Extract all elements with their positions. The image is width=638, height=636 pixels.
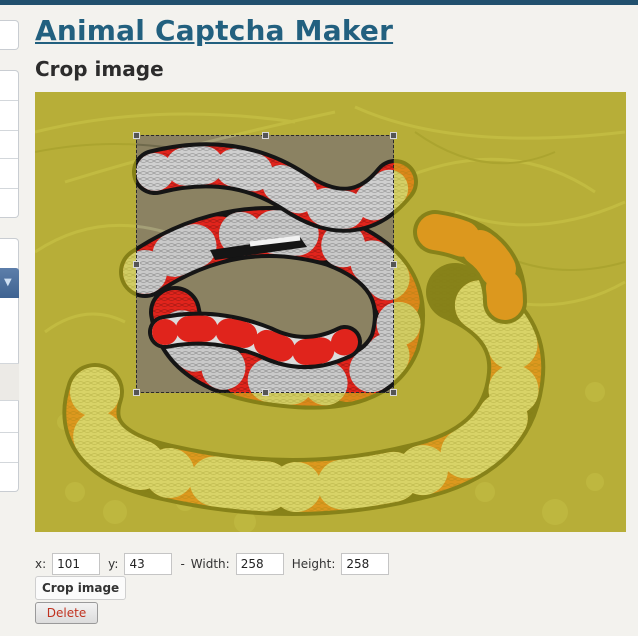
- crop-handle-top-right[interactable]: [390, 132, 397, 139]
- crop-selection-box[interactable]: [133, 132, 397, 396]
- width-label: Width:: [190, 557, 230, 571]
- dropdown-arrow-icon: ▼: [4, 277, 12, 288]
- sidebar-menu-block[interactable]: [0, 70, 19, 218]
- delete-button[interactable]: Delete: [35, 602, 98, 624]
- page-subtitle: Crop image: [35, 57, 164, 81]
- crop-handle-top-left[interactable]: [133, 132, 140, 139]
- y-input[interactable]: [124, 553, 173, 575]
- crop-handle-bottom[interactable]: [262, 389, 269, 396]
- sidebar-dropdown[interactable]: ▼: [0, 268, 19, 298]
- height-label: Height:: [291, 557, 336, 571]
- x-input[interactable]: [52, 553, 101, 575]
- separator: -: [180, 557, 185, 571]
- x-label: x:: [35, 557, 47, 571]
- app-title-link[interactable]: Animal Captcha Maker: [35, 14, 393, 47]
- height-input[interactable]: [341, 553, 390, 575]
- crop-image-canvas[interactable]: [35, 92, 626, 532]
- crop-handle-right[interactable]: [390, 261, 397, 268]
- crop-handle-bottom-left[interactable]: [133, 389, 140, 396]
- crop-coordinates-form: x: y: - Width: Height:: [35, 553, 397, 575]
- crop-handle-left[interactable]: [133, 261, 140, 268]
- crop-handle-top[interactable]: [262, 132, 269, 139]
- crop-handle-bottom-right[interactable]: [390, 389, 397, 396]
- sidebar-block-top[interactable]: [0, 20, 19, 50]
- crop-image-button[interactable]: Crop image: [35, 576, 127, 600]
- top-accent-bar: [0, 0, 638, 5]
- y-label: y:: [108, 557, 119, 571]
- width-input[interactable]: [235, 553, 284, 575]
